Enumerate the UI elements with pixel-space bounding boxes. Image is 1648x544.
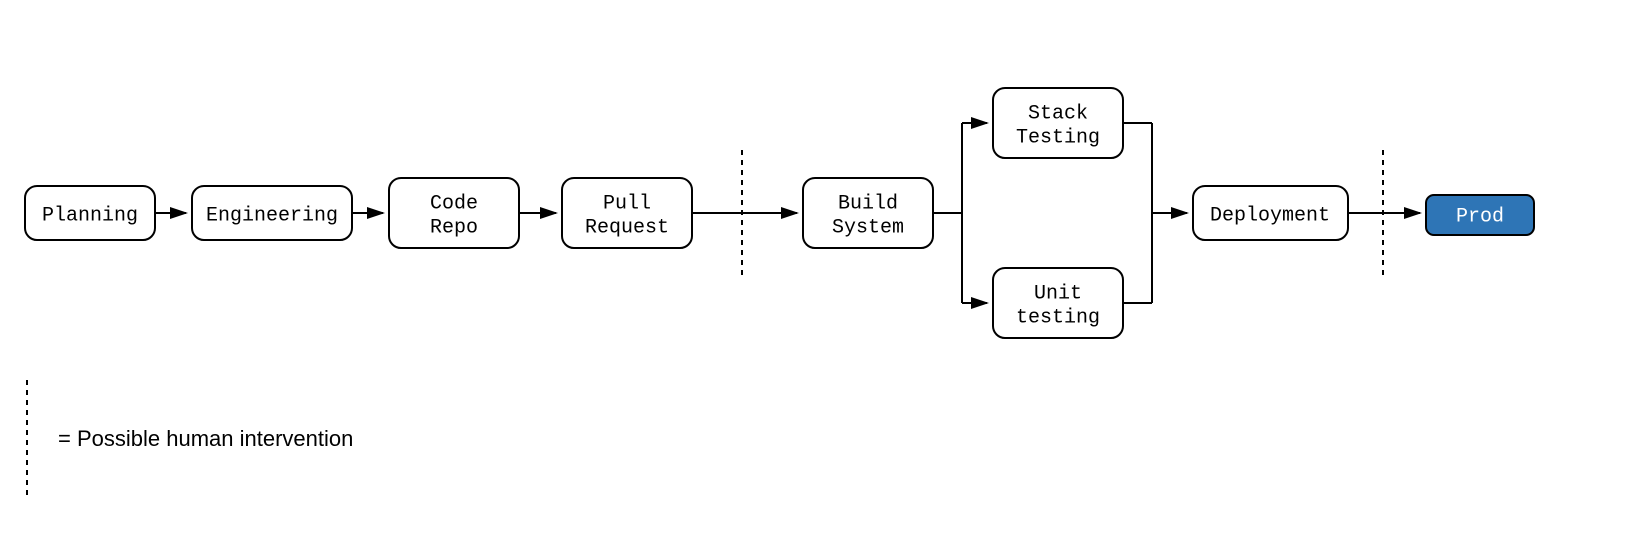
node-deployment: Deployment: [1193, 186, 1348, 240]
node-pull-request: Pull Request: [562, 178, 692, 248]
node-stack-testing-line2: Testing: [1016, 126, 1100, 149]
node-code-repo-line2: Repo: [430, 216, 478, 239]
node-deployment-label: Deployment: [1210, 204, 1330, 227]
pipeline-diagram: Planning Engineering Code Repo Pull Requ…: [0, 0, 1648, 544]
node-pull-request-line1: Pull: [603, 192, 651, 215]
node-build-system-line1: Build: [838, 192, 898, 215]
node-planning: Planning: [25, 186, 155, 240]
node-build-system-line2: System: [832, 216, 904, 239]
node-code-repo: Code Repo: [389, 178, 519, 248]
node-code-repo-line1: Code: [430, 192, 478, 215]
node-stack-testing-line1: Stack: [1028, 102, 1088, 125]
node-unit-testing: Unit testing: [993, 268, 1123, 338]
node-prod-label: Prod: [1456, 205, 1504, 228]
node-unit-testing-line1: Unit: [1034, 282, 1082, 305]
legend: = Possible human intervention: [27, 380, 353, 500]
node-engineering-label: Engineering: [206, 204, 338, 227]
legend-text: = Possible human intervention: [58, 426, 353, 451]
node-pull-request-line2: Request: [585, 216, 669, 239]
node-prod: Prod: [1426, 195, 1534, 235]
node-unit-testing-line2: testing: [1016, 306, 1100, 329]
node-stack-testing: Stack Testing: [993, 88, 1123, 158]
node-planning-label: Planning: [42, 204, 138, 227]
node-build-system: Build System: [803, 178, 933, 248]
node-engineering: Engineering: [192, 186, 352, 240]
